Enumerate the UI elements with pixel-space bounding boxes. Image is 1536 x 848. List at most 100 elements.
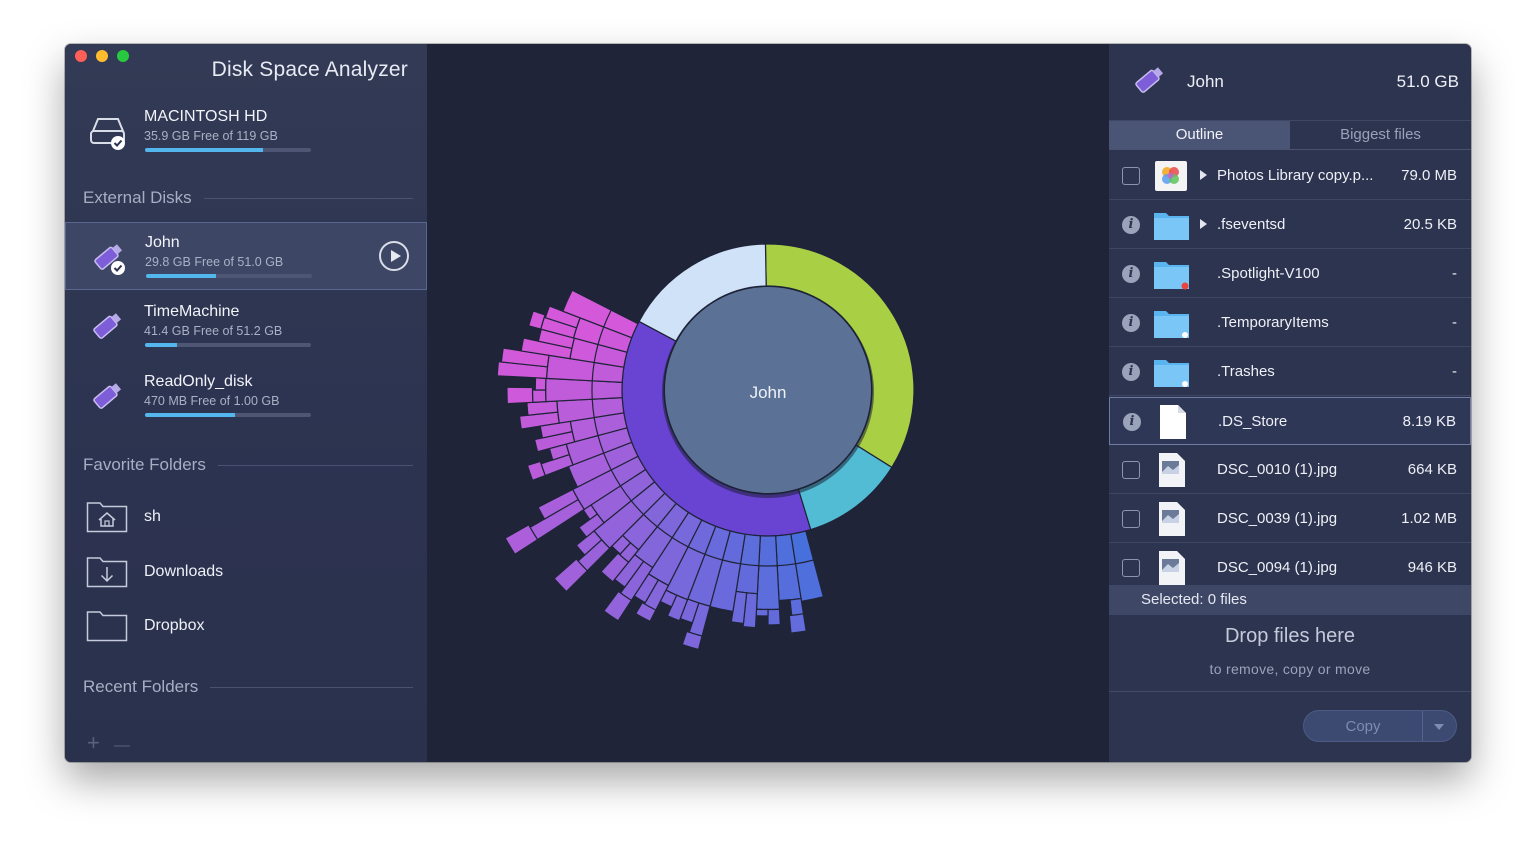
info-icon[interactable]: i — [1122, 363, 1140, 381]
file-row-selected[interactable]: i .DS_Store 8.19 KB — [1109, 397, 1471, 445]
select-checkbox[interactable] — [1122, 510, 1140, 528]
section-title: Recent Folders — [83, 677, 199, 696]
sunburst-area: John — [427, 44, 1109, 762]
folder-icon — [1154, 311, 1189, 338]
folder-name: Downloads — [144, 563, 224, 580]
file-row[interactable]: DSC_0094 (1).jpg 946 KB — [1109, 544, 1471, 585]
scan-play-button[interactable] — [379, 241, 409, 271]
info-icon[interactable]: i — [1123, 413, 1141, 431]
segment-subfolder[interactable] — [755, 565, 781, 611]
drop-zone-subtitle: to remove, copy or move — [1209, 661, 1371, 677]
file-row[interactable]: DSC_0010 (1).jpg 664 KB — [1109, 446, 1471, 494]
info-icon[interactable]: i — [1122, 314, 1140, 332]
disk-name: ReadOnly_disk — [144, 373, 253, 390]
remove-folder-button[interactable]: — — [114, 737, 130, 754]
disk-usage-bar — [145, 343, 311, 347]
hard-drive-icon — [90, 118, 125, 150]
disk-readonly[interactable]: ReadOnly_disk 470 MB Free of 1.00 GB — [65, 362, 427, 430]
file-size: - — [1452, 265, 1457, 282]
chevron-down-icon[interactable] — [1434, 724, 1444, 730]
segment-subfolder[interactable] — [758, 535, 778, 569]
file-size: 79.0 MB — [1401, 167, 1457, 184]
add-folder-button[interactable]: + — [87, 730, 100, 755]
sunburst-chart[interactable]: John — [427, 44, 1109, 762]
disk-john[interactable]: John 29.8 GB Free of 51.0 GB — [65, 222, 427, 290]
segment-file[interactable] — [506, 386, 534, 405]
app-title: Disk Space Analyzer — [211, 58, 408, 81]
section-external-disks: External Disks — [83, 188, 413, 208]
disk-usage-bar — [145, 413, 311, 417]
file-row[interactable]: i .TemporaryItems - — [1109, 299, 1471, 347]
file-name: DSC_0039 (1).jpg — [1217, 510, 1338, 527]
document-icon — [1160, 405, 1186, 439]
file-size: 20.5 KB — [1403, 216, 1457, 233]
segment-file[interactable] — [755, 608, 769, 617]
folder-icon — [1154, 360, 1189, 387]
expand-triangle-icon[interactable] — [1200, 219, 1207, 229]
segment-file[interactable] — [778, 598, 791, 602]
segment-file[interactable] — [526, 400, 559, 416]
folder-icon — [1154, 213, 1189, 240]
section-title: External Disks — [83, 188, 192, 207]
copy-button-divider — [1422, 711, 1423, 741]
select-checkbox[interactable] — [1122, 461, 1140, 479]
disk-name: TimeMachine — [144, 303, 240, 320]
tab-outline[interactable]: Outline — [1109, 121, 1290, 149]
segment-file[interactable] — [767, 608, 781, 626]
usb-drive-icon — [1135, 67, 1164, 93]
disk-macintosh-hd[interactable]: MACINTOSH HD 35.9 GB Free of 119 GB — [65, 97, 427, 165]
segment-file[interactable] — [788, 613, 807, 634]
app-window: Disk Space Analyzer MACINTOSH HD 35.9 GB… — [65, 44, 1471, 762]
file-size: 1.02 MB — [1401, 510, 1457, 527]
file-name: DSC_0094 (1).jpg — [1217, 559, 1338, 576]
select-checkbox[interactable] — [1122, 559, 1140, 577]
folder-icon — [1154, 262, 1189, 290]
usb-drive-icon — [93, 383, 122, 409]
recent-folder-controls: + — — [87, 730, 144, 756]
file-name: DSC_0010 (1).jpg — [1217, 461, 1338, 478]
file-name: .TemporaryItems — [1217, 314, 1329, 331]
file-row[interactable]: i .fseventsd 20.5 KB — [1109, 201, 1471, 249]
copy-button-label: Copy — [1345, 718, 1381, 735]
file-name: .fseventsd — [1217, 216, 1286, 233]
segment-file[interactable] — [534, 377, 547, 391]
segment-file[interactable] — [531, 389, 547, 403]
file-size: 664 KB — [1407, 461, 1457, 478]
details-panel: John 51.0 GB Outline Biggest files Photo… — [1109, 44, 1471, 762]
file-row[interactable]: i .Spotlight-V100 - — [1109, 250, 1471, 298]
file-row[interactable]: Photos Library copy.p... 79.0 MB — [1109, 152, 1471, 200]
photos-icon — [1155, 161, 1187, 191]
selection-count: Selected: 0 files — [1141, 591, 1247, 608]
favorite-folder-sh[interactable]: sh — [65, 497, 427, 537]
disk-free-space: 41.4 GB Free of 51.2 GB — [144, 324, 283, 338]
file-name: .Spotlight-V100 — [1217, 265, 1320, 282]
view-tabs: Outline Biggest files — [1109, 120, 1471, 150]
drop-zone-title: Drop files here — [1224, 625, 1356, 647]
info-icon[interactable]: i — [1122, 265, 1140, 283]
favorite-folder-dropbox[interactable]: Dropbox — [65, 606, 427, 646]
file-size: 946 KB — [1407, 559, 1457, 576]
select-checkbox[interactable] — [1122, 167, 1140, 185]
jpeg-icon — [1159, 453, 1185, 487]
segment-file[interactable] — [789, 597, 805, 617]
details-disk-name: John — [1187, 72, 1224, 91]
sidebar: Disk Space Analyzer MACINTOSH HD 35.9 GB… — [65, 44, 427, 762]
copy-button[interactable]: Copy — [1303, 710, 1457, 742]
file-row[interactable]: i .Trashes - — [1109, 348, 1471, 396]
info-icon[interactable]: i — [1122, 216, 1140, 234]
disk-timemachine[interactable]: TimeMachine 41.4 GB Free of 51.2 GB — [65, 292, 427, 360]
file-size: - — [1452, 363, 1457, 380]
expand-triangle-icon[interactable] — [1200, 170, 1207, 180]
tab-biggest-files[interactable]: Biggest files — [1290, 121, 1471, 149]
drop-zone[interactable]: Drop files here to remove, copy or move — [1109, 615, 1471, 692]
downloads-folder-icon — [86, 557, 128, 588]
folder-name: sh — [144, 508, 161, 525]
file-row[interactable]: DSC_0039 (1).jpg 1.02 MB — [1109, 495, 1471, 543]
file-name: .Trashes — [1217, 363, 1275, 380]
favorite-folder-downloads[interactable]: Downloads — [65, 552, 427, 592]
usb-drive-icon — [94, 244, 125, 275]
folder-icon — [86, 611, 128, 642]
disk-usage-bar — [146, 274, 312, 278]
segment-subfolder[interactable] — [544, 377, 593, 403]
disk-free-space: 470 MB Free of 1.00 GB — [144, 394, 280, 408]
